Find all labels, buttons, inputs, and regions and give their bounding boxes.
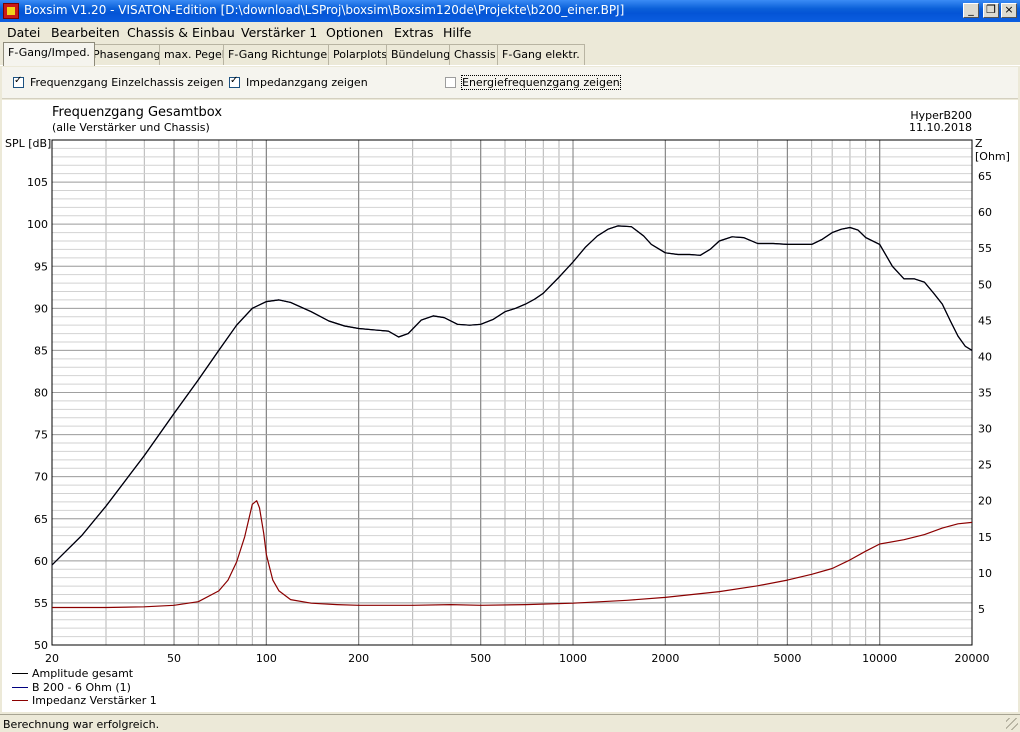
y-right-tick-label: 25: [978, 459, 992, 472]
menu-datei[interactable]: Datei: [7, 25, 40, 40]
tab-f-gang-imped[interactable]: F-Gang/Imped.: [3, 42, 95, 66]
window-title: Boxsim V1.20 - VISATON-Edition [D:\downl…: [24, 3, 625, 17]
status-text: Berechnung war erfolgreich.: [3, 718, 160, 731]
status-bar: Berechnung war erfolgreich.: [0, 714, 1020, 732]
y-right-tick-label: 35: [978, 387, 992, 400]
menu-bar: Datei Bearbeiten Chassis & Einbau Verstä…: [0, 22, 1020, 42]
tab-chassis[interactable]: Chassis: [449, 44, 501, 65]
chart-date: 11.10.2018: [909, 121, 972, 134]
y-right-tick-label: 10: [978, 567, 992, 580]
tab-f-gang-elektr[interactable]: F-Gang elektr.: [497, 44, 585, 65]
y-right-tick-label: 30: [978, 423, 992, 436]
menu-verstaerker[interactable]: Verstärker 1: [241, 25, 317, 40]
title-bar[interactable]: Boxsim V1.20 - VISATON-Edition [D:\downl…: [0, 0, 1020, 22]
legend-swatch-b200: [12, 687, 28, 688]
x-tick-labels: 20 50 100 200 500 1000 2000 5000 10000 20000: [45, 652, 990, 665]
y-right-tick-label: 50: [978, 278, 992, 291]
legend-b200: B 200 - 6 Ohm (1): [32, 681, 131, 694]
tab-buendelung[interactable]: Bündelung: [386, 44, 456, 65]
x-tick-label: 200: [348, 652, 369, 665]
checkbox-einzelchassis-label[interactable]: Frequenzgang Einzelchassis zeigen: [30, 76, 224, 89]
series-line-0: [51, 225, 973, 566]
y-right-tick-label: 40: [978, 350, 992, 363]
legend-amplitude-gesamt: Amplitude gesamt: [32, 667, 134, 680]
options-panel: Frequenzgang Einzelchassis zeigen Impeda…: [2, 67, 1018, 99]
x-tick-label: 100: [256, 652, 277, 665]
app-logo-icon[interactable]: [3, 3, 19, 19]
y-left-tick-label: 70: [34, 471, 48, 484]
checkbox-energiefrequenzgang[interactable]: [445, 77, 456, 88]
legend-impedanz: Impedanz Verstärker 1: [32, 694, 157, 707]
y-left-tick-label: 80: [34, 387, 48, 400]
frequency-response-chart[interactable]: 20 50 100 200 500 1000 2000 5000 10000 20000 5055…: [2, 100, 1018, 712]
y-left-tick-label: 90: [34, 302, 48, 315]
chart-panel: 20 50 100 200 500 1000 2000 5000 10000 20000 50 55…: [2, 100, 1018, 712]
y-left-tick-label: 95: [34, 260, 48, 273]
x-tick-label: 20: [45, 652, 59, 665]
y-left-tick-label: 50: [34, 639, 48, 652]
y-left-tick-label: 100: [27, 218, 48, 231]
y-right-tick-labels: 5 10 15 20 25 30 35 40 45 50 55 60 65: [978, 170, 992, 616]
x-tick-label: 10000: [862, 652, 897, 665]
checkbox-impedanzgang[interactable]: [229, 75, 240, 88]
tab-divider: [0, 65, 1020, 66]
checkbox-energiefrequenzgang-label[interactable]: Energiefrequenzgang zeigen: [461, 75, 621, 90]
tab-f-gang-richtungen[interactable]: F-Gang Richtungen: [223, 44, 340, 65]
tab-max-pegel[interactable]: max. Pegel: [159, 44, 230, 65]
menu-extras[interactable]: Extras: [394, 25, 434, 40]
legend-swatch-amplitude: [12, 673, 28, 674]
y-right-tick-label: 45: [978, 314, 992, 327]
y-axis-left-label: SPL [dB]: [5, 137, 52, 150]
legend-swatch-impedanz: [12, 700, 28, 701]
series-line-1: [51, 225, 973, 566]
menu-bearbeiten[interactable]: Bearbeiten: [51, 25, 120, 40]
y-right-tick-label: 15: [978, 531, 992, 544]
y-left-tick-label: 75: [34, 429, 48, 442]
x-tick-label: 20000: [955, 652, 990, 665]
menu-hilfe[interactable]: Hilfe: [443, 25, 471, 40]
tab-polarplots[interactable]: Polarplots: [328, 44, 393, 65]
y-axis-right-label: Z [Ohm]: [975, 137, 1010, 163]
y-left-tick-label: 60: [34, 555, 48, 568]
y-left-tick-label: 85: [34, 344, 48, 357]
x-tick-label: 5000: [773, 652, 801, 665]
menu-optionen[interactable]: Optionen: [326, 25, 383, 40]
y-right-tick-label: 55: [978, 242, 992, 255]
chart-subtitle: (alle Verstärker und Chassis): [52, 121, 210, 134]
x-tick-label: 1000: [559, 652, 587, 665]
y-right-tick-label: 65: [978, 170, 992, 183]
close-button[interactable]: ×: [1001, 3, 1017, 18]
y-right-tick-label: 20: [978, 495, 992, 508]
checkbox-einzelchassis[interactable]: [13, 75, 24, 88]
chart-title: Frequenzgang Gesamtbox: [52, 105, 223, 120]
y-left-tick-label: 65: [34, 513, 48, 526]
menu-chassis-einbau[interactable]: Chassis & Einbau: [127, 25, 235, 40]
checkbox-impedanzgang-label[interactable]: Impedanzgang zeigen: [246, 76, 368, 89]
y-left-tick-label: 105: [27, 176, 48, 189]
maximize-button[interactable]: ❐: [983, 3, 999, 18]
resize-grip-icon[interactable]: [1006, 718, 1018, 730]
tab-bar: F-Gang/Imped. Phasengang max. Pegel F-Ga…: [0, 42, 1020, 66]
y-right-tick-label: 5: [978, 603, 985, 616]
boxsim-window: Boxsim V1.20 - VISATON-Edition [D:\downl…: [0, 0, 1020, 732]
y-left-tick-labels: 50 55 60 65 70 75 80 85 90 95 100 105: [27, 176, 48, 652]
y-left-tick-label: 55: [34, 597, 48, 610]
minimize-button[interactable]: _: [963, 3, 979, 18]
x-tick-label: 2000: [651, 652, 679, 665]
x-tick-label: 50: [167, 652, 181, 665]
x-tick-label: 500: [470, 652, 491, 665]
series-line-2: [52, 500, 973, 609]
tab-phasengang[interactable]: Phasengang: [88, 44, 166, 65]
y-right-tick-label: 60: [978, 206, 992, 219]
